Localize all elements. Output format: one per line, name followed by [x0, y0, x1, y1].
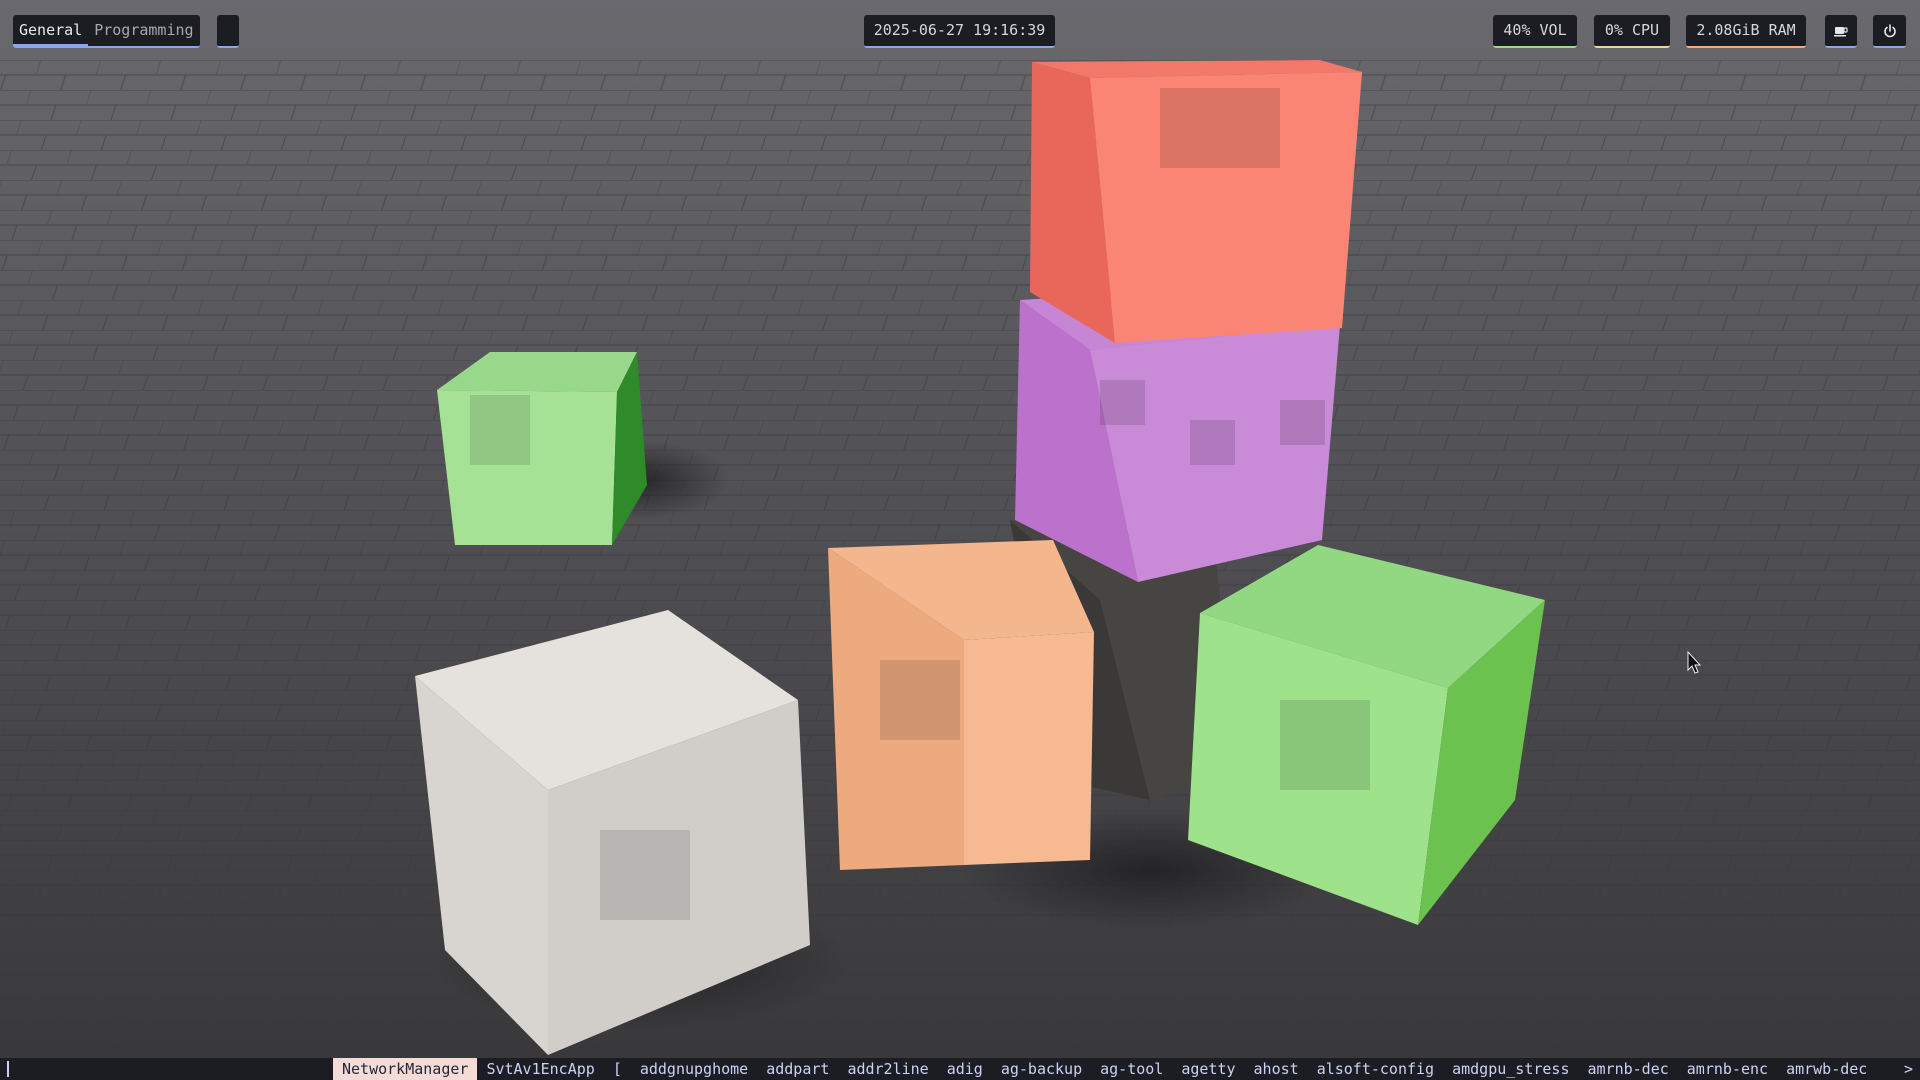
completion-item[interactable]: agetty: [1172, 1058, 1244, 1080]
completion-item[interactable]: adig: [938, 1058, 992, 1080]
volume-text: 40% VOL: [1503, 21, 1567, 39]
desktop: General Programming 2025-06-27 19:16:39 4…: [0, 0, 1920, 1080]
ram-text: 2.08GiB RAM: [1696, 21, 1796, 39]
more-completions-arrow[interactable]: >: [1904, 1058, 1913, 1080]
wallpaper-3d-cubes: [0, 0, 1920, 1080]
clock[interactable]: 2025-06-27 19:16:39: [864, 15, 1055, 48]
cpu-widget[interactable]: 0% CPU: [1594, 15, 1670, 48]
power-icon: [1883, 23, 1896, 37]
workspace-general[interactable]: General: [13, 15, 89, 46]
completion-item[interactable]: addgnupghome: [631, 1058, 757, 1080]
launcher-completions: NetworkManager SvtAv1EncApp [ addgnupgho…: [333, 1058, 1876, 1080]
clock-text: 2025-06-27 19:16:39: [873, 21, 1046, 39]
cpu-text: 0% CPU: [1604, 21, 1660, 39]
completion-item[interactable]: amrwb-dec: [1777, 1058, 1876, 1080]
caffeine-button[interactable]: [1825, 15, 1857, 48]
completion-item[interactable]: alsoft-config: [1308, 1058, 1443, 1080]
completion-item[interactable]: ag-backup: [992, 1058, 1091, 1080]
completion-item[interactable]: amrnb-enc: [1678, 1058, 1777, 1080]
completion-item[interactable]: SvtAv1EncApp: [477, 1058, 603, 1080]
completion-item[interactable]: amrnb-dec: [1579, 1058, 1678, 1080]
completion-item[interactable]: addpart: [757, 1058, 838, 1080]
completion-item[interactable]: ag-tool: [1091, 1058, 1172, 1080]
active-window-indicator[interactable]: [217, 15, 239, 48]
launcher-input[interactable]: [7, 1061, 9, 1077]
workspace-switcher: General Programming: [13, 15, 200, 48]
workspace-programming[interactable]: Programming: [88, 15, 199, 46]
completion-item[interactable]: [: [604, 1058, 631, 1080]
ram-widget[interactable]: 2.08GiB RAM: [1686, 15, 1806, 48]
completion-item[interactable]: amdgpu_stress: [1443, 1058, 1578, 1080]
app-launcher-bar: NetworkManager SvtAv1EncApp [ addgnupgho…: [0, 1058, 1920, 1080]
coffee-icon: [1834, 26, 1848, 36]
volume-widget[interactable]: 40% VOL: [1493, 15, 1577, 48]
completion-item[interactable]: NetworkManager: [333, 1058, 478, 1080]
completion-item[interactable]: addr2line: [838, 1058, 937, 1080]
power-button[interactable]: [1873, 15, 1906, 48]
completion-item[interactable]: ahost: [1245, 1058, 1308, 1080]
